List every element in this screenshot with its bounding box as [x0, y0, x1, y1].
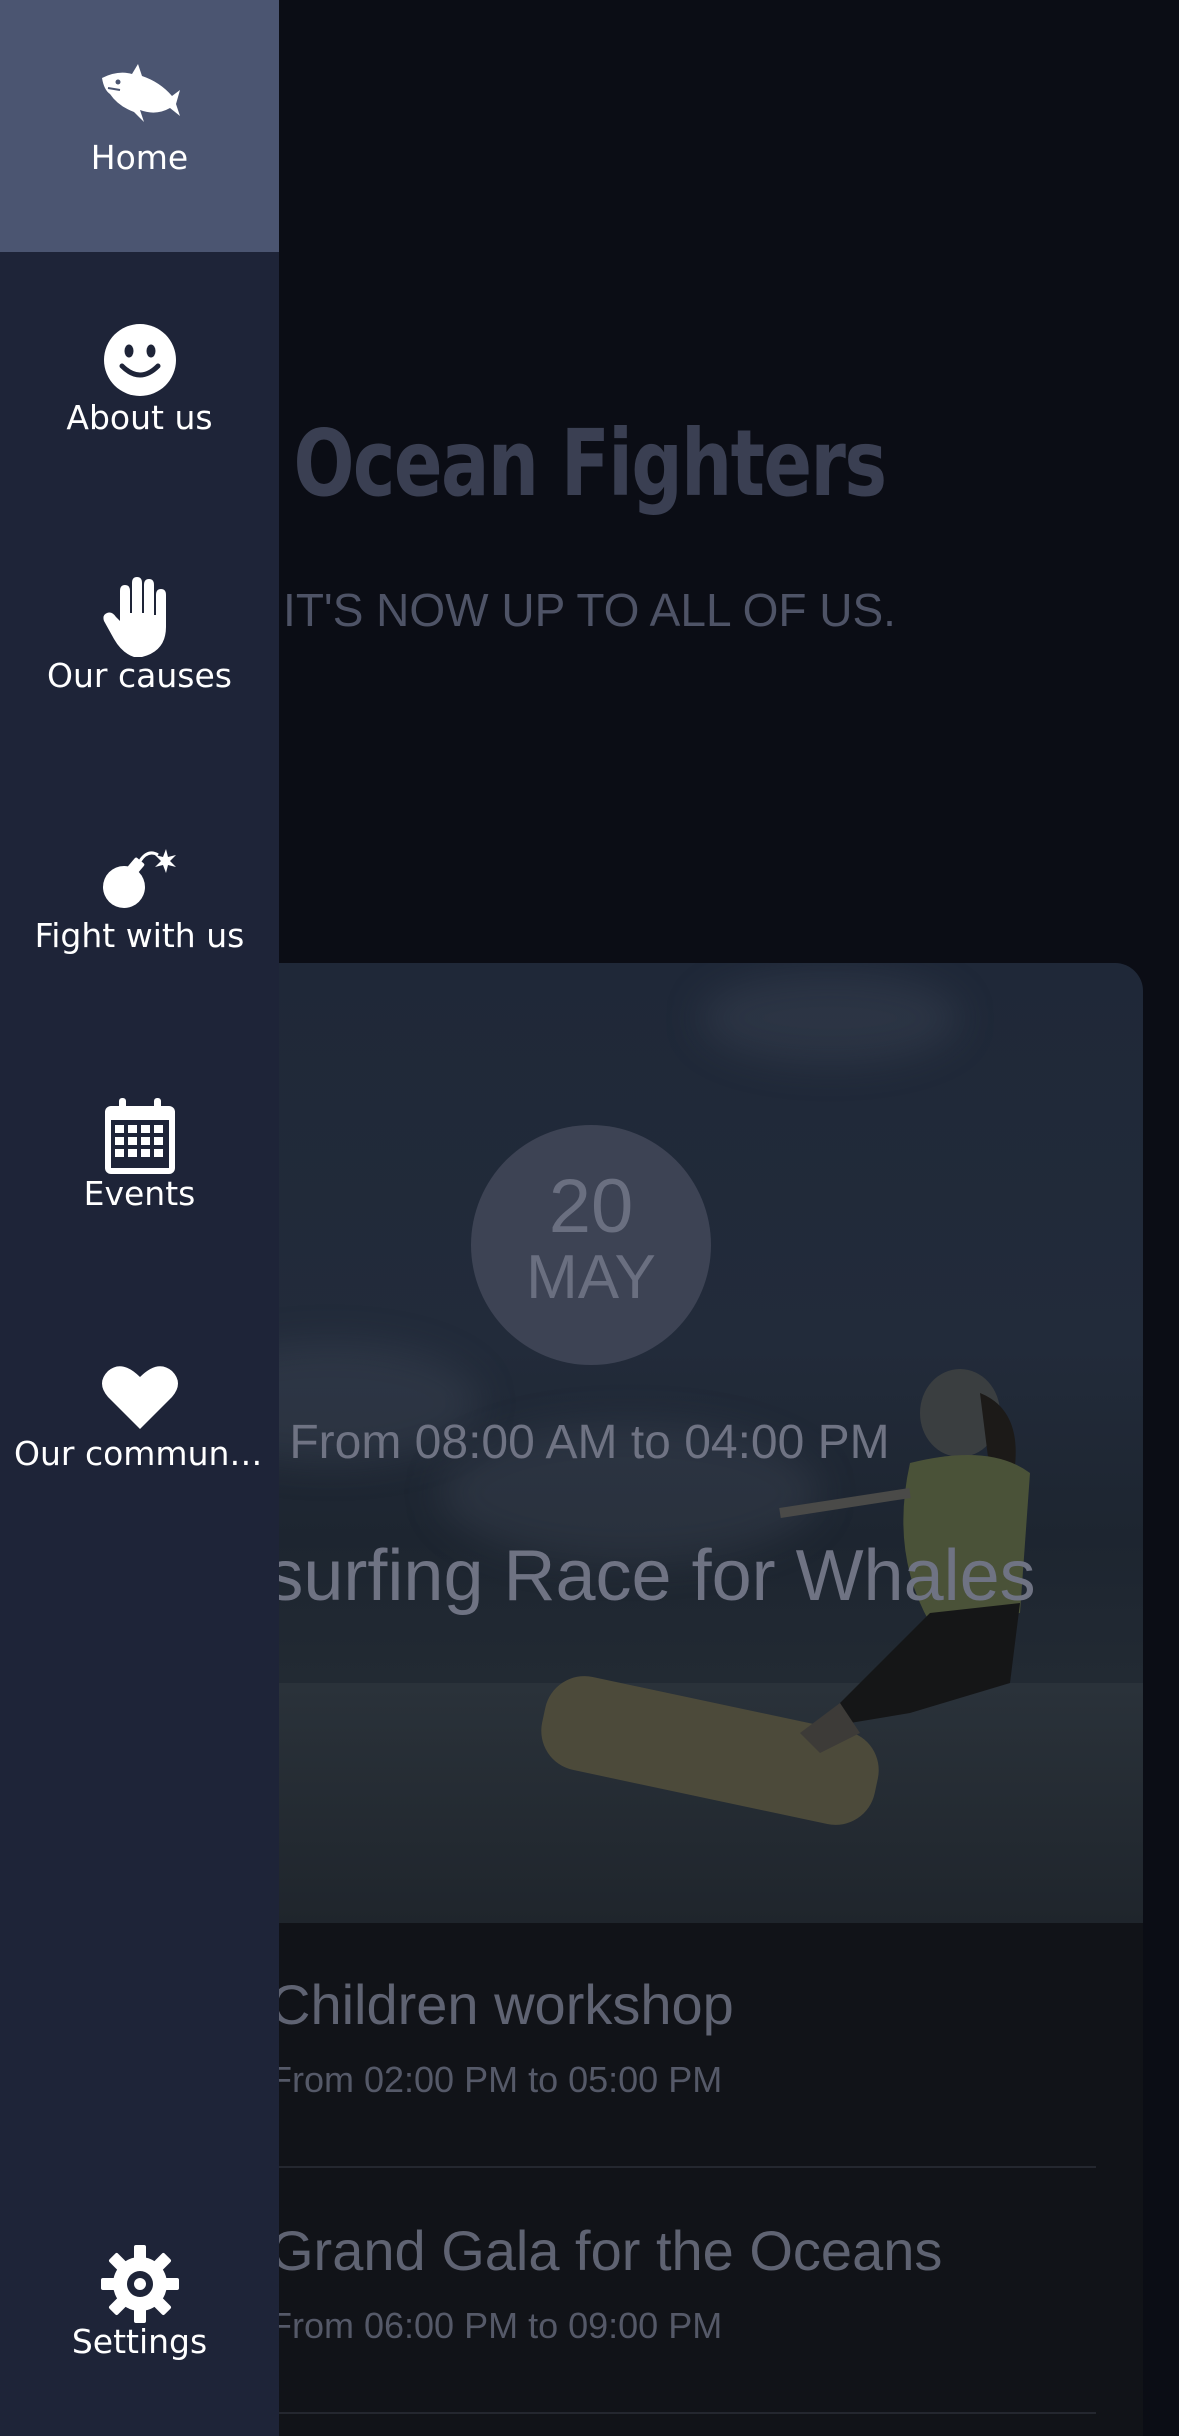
event-date-day: 20	[548, 1164, 634, 1249]
calendar-icon	[0, 1096, 279, 1176]
event-time: From 02:00 PM to 05:00 PM	[270, 2059, 723, 2100]
list-item[interactable]: Grand Gala for the Oceans From 06:00 PM …	[270, 2218, 1090, 2347]
nav-item-settings[interactable]: Settings	[0, 2184, 279, 2436]
list-divider	[270, 2412, 1096, 2414]
nav-label-fight-with-us: Fight with us	[34, 916, 245, 955]
bomb-icon	[0, 838, 279, 918]
nav-label-events: Events	[83, 1174, 196, 1213]
nav-label-about-us: About us	[66, 398, 213, 437]
nav-label-settings: Settings	[71, 2322, 208, 2361]
heart-icon	[0, 1356, 279, 1436]
event-date-month: MAY	[526, 1243, 656, 1312]
nav-item-about-us[interactable]: About us	[0, 260, 279, 512]
nav-item-events[interactable]: Events	[0, 1036, 279, 1288]
hand-icon	[0, 577, 279, 658]
event-title: Children workshop	[270, 1973, 734, 2036]
event-title: Grand Gala for the Oceans	[270, 2219, 943, 2282]
nav-item-home[interactable]: Home	[0, 0, 279, 252]
shark-icon	[0, 60, 279, 140]
nav-item-fight-with-us[interactable]: Fight with us	[0, 778, 279, 1030]
event-date-badge: 20 MAY	[471, 1125, 711, 1365]
list-item[interactable]: Children workshop From 02:00 PM to 05:00…	[270, 1972, 1090, 2101]
nav-item-our-causes[interactable]: Our causes	[0, 518, 279, 770]
list-divider	[270, 2166, 1096, 2168]
nav-label-our-community: Our community	[14, 1434, 272, 1473]
nav-label-home: Home	[90, 138, 189, 177]
smile-icon	[0, 320, 279, 400]
nav-label-our-causes: Our causes	[47, 656, 232, 695]
gear-icon	[0, 2244, 279, 2324]
event-time: From 06:00 PM to 09:00 PM	[270, 2305, 723, 2346]
navigation-drawer: Home About us Our causes Fight with us E…	[0, 0, 279, 2436]
nav-item-our-community[interactable]: Our community	[0, 1296, 279, 1548]
